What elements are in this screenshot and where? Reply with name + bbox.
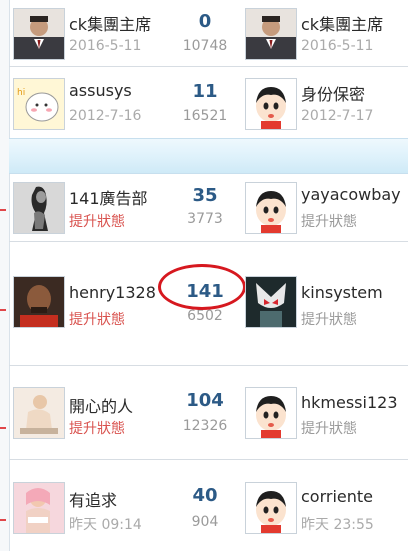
reply-count[interactable]: 35 (175, 185, 235, 206)
last-poster-name[interactable]: yayacowbay (301, 185, 407, 204)
left-edge-strip (0, 0, 10, 551)
user-avatar[interactable]: hi (13, 78, 65, 130)
row-marker (0, 427, 6, 429)
thread-post-date: 2012-7-16 (69, 108, 142, 124)
row-marker (0, 519, 6, 521)
last-poster-avatar[interactable] (245, 182, 297, 234)
row-marker (0, 309, 6, 311)
row-divider (9, 459, 408, 460)
last-post-date: 2016-5-11 (301, 38, 374, 54)
last-post-date: 2012-7-17 (301, 108, 374, 124)
thread-post-date: 昨天 09:14 (69, 517, 142, 533)
view-count: 904 (191, 514, 219, 530)
row-divider (9, 66, 408, 67)
last-poster-name[interactable]: corriente (301, 487, 407, 506)
user-avatar[interactable] (13, 482, 65, 534)
thread-author-name[interactable]: 開心的人 (69, 393, 133, 417)
svg-text:hi: hi (17, 88, 25, 98)
section-separator-band (9, 138, 408, 174)
reply-count[interactable]: 104 (175, 390, 235, 411)
last-post-status[interactable]: 提升狀態 (301, 309, 357, 329)
user-avatar[interactable] (13, 387, 65, 439)
thread-author-name[interactable]: ck集團主席 (69, 11, 151, 35)
last-poster-name[interactable]: hkmessi123 (301, 393, 407, 412)
reply-count[interactable]: 11 (175, 81, 235, 102)
last-poster-name[interactable]: ck集團主席 (301, 11, 407, 35)
view-count: 3773 (187, 211, 223, 227)
thread-post-date: 2016-5-11 (69, 38, 142, 54)
row-divider (9, 241, 408, 242)
user-avatar[interactable] (13, 276, 65, 328)
view-count: 12326 (182, 418, 228, 434)
last-poster-name[interactable]: 身份保密 (301, 81, 407, 105)
last-post-date: 昨天 23:55 (301, 517, 374, 533)
thread-author-name[interactable]: 有追求 (69, 487, 117, 511)
thread-author-name[interactable]: assusys (69, 81, 132, 100)
last-post-status[interactable]: 提升狀態 (301, 211, 357, 231)
last-poster-avatar[interactable] (245, 387, 297, 439)
view-count: 16521 (182, 108, 228, 124)
promote-status-link[interactable]: 提升狀態 (69, 211, 125, 231)
reply-count[interactable]: 0 (175, 11, 235, 32)
promote-status-link[interactable]: 提升狀態 (69, 309, 125, 329)
last-poster-avatar[interactable] (245, 276, 297, 328)
view-count: 6502 (187, 308, 223, 324)
row-marker (0, 209, 6, 211)
user-avatar[interactable] (13, 182, 65, 234)
view-count: 10748 (182, 38, 228, 54)
highlight-circle-annotation (158, 264, 246, 310)
reply-count[interactable]: 40 (175, 485, 235, 506)
thread-author-name[interactable]: 141廣告部 (69, 185, 148, 209)
last-poster-avatar[interactable] (245, 8, 297, 60)
row-divider (9, 365, 408, 366)
last-poster-name[interactable]: kinsystem (301, 283, 407, 302)
last-poster-avatar[interactable] (245, 78, 297, 130)
promote-status-link[interactable]: 提升狀態 (69, 418, 125, 438)
user-avatar[interactable] (13, 8, 65, 60)
last-post-status[interactable]: 提升狀態 (301, 418, 357, 438)
thread-author-name[interactable]: henry1328 (69, 283, 156, 302)
last-poster-avatar[interactable] (245, 482, 297, 534)
